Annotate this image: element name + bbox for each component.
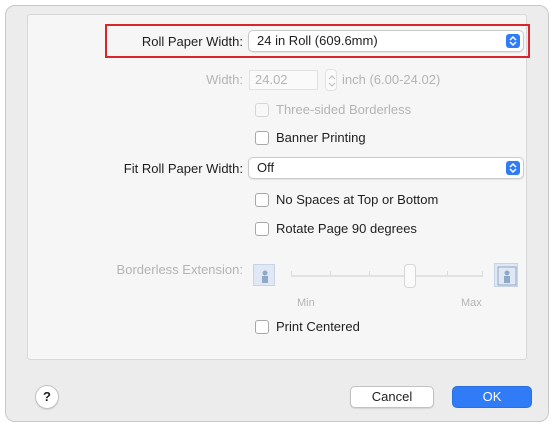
roll-paper-width-label: Roll Paper Width: — [141, 34, 243, 49]
banner-printing-label: Banner Printing — [276, 130, 366, 145]
fit-roll-paper-width-select[interactable]: Off — [248, 157, 524, 179]
fit-roll-paper-width-value: Off — [257, 160, 275, 175]
no-spaces-checkbox[interactable] — [255, 193, 269, 207]
width-input[interactable]: 24.02 — [249, 70, 318, 90]
width-unit: inch (6.00-24.02) — [342, 72, 441, 87]
no-spaces-label: No Spaces at Top or Bottom — [276, 192, 439, 207]
image-min-icon — [253, 264, 275, 286]
print-centered-checkbox[interactable] — [255, 320, 269, 334]
chevron-updown-icon — [506, 161, 520, 175]
three-sided-borderless-checkbox[interactable] — [255, 103, 269, 117]
fit-roll-paper-width-label: Fit Roll Paper Width: — [123, 161, 243, 176]
settings-panel — [27, 14, 527, 360]
cancel-button[interactable]: Cancel — [350, 386, 434, 408]
help-button[interactable]: ? — [35, 385, 59, 409]
slider-tick — [330, 271, 331, 275]
borderless-extension-slider[interactable] — [404, 264, 417, 288]
borderless-extension-track — [291, 275, 483, 277]
slider-tick — [369, 271, 370, 275]
chevron-updown-icon — [506, 34, 520, 48]
three-sided-borderless-label: Three-sided Borderless — [276, 102, 412, 117]
slider-max-label: Max — [461, 297, 482, 309]
roll-paper-width-value: 24 in Roll (609.6mm) — [257, 33, 378, 48]
borderless-extension-label: Borderless Extension: — [116, 262, 243, 277]
slider-tick — [447, 271, 448, 275]
slider-tick — [291, 271, 292, 275]
ok-button[interactable]: OK — [452, 386, 532, 408]
image-max-icon — [494, 263, 518, 287]
rotate-page-checkbox[interactable] — [255, 222, 269, 236]
roll-paper-width-select[interactable]: 24 in Roll (609.6mm) — [248, 30, 524, 52]
slider-tick — [482, 271, 483, 275]
rotate-page-label: Rotate Page 90 degrees — [276, 221, 417, 236]
banner-printing-checkbox[interactable] — [255, 131, 269, 145]
print-centered-label: Print Centered — [276, 319, 360, 334]
width-stepper[interactable] — [325, 69, 337, 91]
slider-min-label: Min — [297, 297, 315, 309]
width-label: Width: — [206, 72, 243, 87]
